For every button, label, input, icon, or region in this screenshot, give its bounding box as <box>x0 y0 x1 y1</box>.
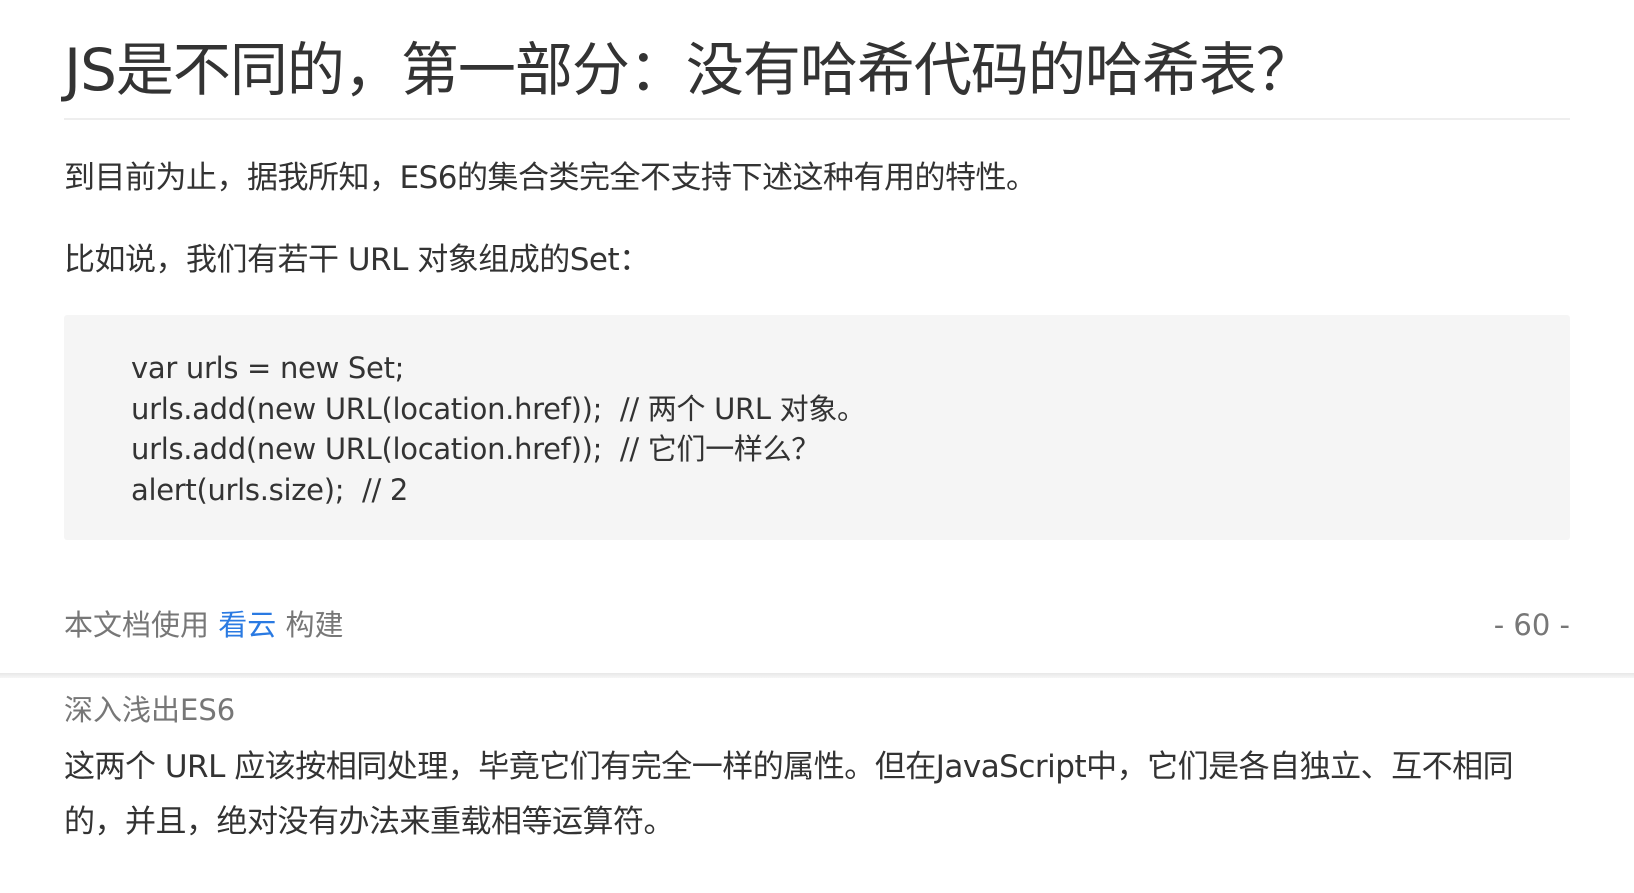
code-line: urls.add(new URL(location.href)); // 两个 … <box>131 391 866 426</box>
code-line: alert(urls.size); // 2 <box>131 472 409 507</box>
code-block: var urls = new Set; urls.add(new URL(loc… <box>64 315 1570 540</box>
footer-credit: 本文档使用 看云 构建 <box>64 605 343 645</box>
body-paragraph: 到目前为止，据我所知，ES6的集合类完全不支持下述这种有用的特性。 <box>64 160 1037 196</box>
running-header: 深入浅出ES6 <box>64 693 236 727</box>
body-paragraph: 比如说，我们有若干 URL 对象组成的Set： <box>64 242 650 278</box>
title-divider <box>64 118 1570 120</box>
code-lines: var urls = new Set; urls.add(new URL(loc… <box>131 348 866 510</box>
code-line: var urls = new Set; <box>131 351 405 385</box>
page-footer: 本文档使用 看云 构建 - 60 - <box>64 605 1570 645</box>
footer-prefix: 本文档使用 <box>64 608 219 642</box>
page-number: - 60 - <box>1493 608 1570 642</box>
kancloud-link[interactable]: 看云 <box>218 608 276 642</box>
next-document-page: 深入浅出ES6 这两个 URL 应该按相同处理，毕竟它们有完全一样的属性。但在J… <box>0 678 1634 893</box>
section-title: JS是不同的，第一部分：没有哈希代码的哈希表？ <box>64 36 1314 104</box>
code-line: urls.add(new URL(location.href)); // 它们一… <box>131 432 820 466</box>
body-paragraph: 这两个 URL 应该按相同处理，毕竟它们有完全一样的属性。但在JavaScrip… <box>64 749 1514 840</box>
footer-suffix: 构建 <box>276 608 344 642</box>
document-page: JS是不同的，第一部分：没有哈希代码的哈希表？ 到目前为止，据我所知，ES6的集… <box>0 0 1634 675</box>
